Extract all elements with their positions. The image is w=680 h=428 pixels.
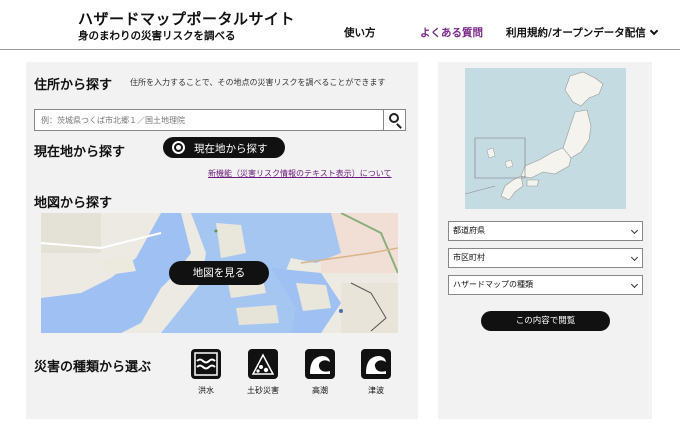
location-target-icon [172,141,185,154]
hazard-flood-label: 洪水 [198,386,214,395]
flood-icon [191,349,221,379]
hazard-storm-surge-button[interactable]: 高潮 [298,349,342,396]
tsunami-icon [361,349,391,379]
chevron-down-icon [649,26,658,36]
nav-terms-label: 利用規約/オープンデータ配信 [506,27,646,39]
hazard-tsunami-label: 津波 [368,386,384,395]
view-with-selection-button[interactable]: この内容で閲覧 [481,311,610,331]
address-search-title: 住所から探す [34,78,113,93]
prefecture-select-value: 都道府県 [453,226,485,235]
hazard-map-type-select[interactable]: ハザードマップの種類 [448,275,643,295]
hazard-tsunami-button[interactable]: 津波 [354,349,398,396]
chevron-down-icon [630,226,639,235]
chevron-down-icon [630,253,639,262]
address-search-description: 住所を入力することで、その地点の災害リスクを調べることができます [130,78,386,87]
current-location-button-label: 現在地から探す [194,143,268,155]
japan-map-image [465,68,626,209]
hazard-flood-button[interactable]: 洪水 [184,349,228,396]
new-feature-link[interactable]: 新機能（災害リスク情報のテキスト表示）について [208,168,392,179]
chevron-down-icon [630,280,639,289]
site-header: ハザードマップポータルサイト 身のまわりの災害リスクを調べる 使い方 よくある質… [0,0,680,50]
japan-map[interactable] [465,68,626,209]
view-map-button[interactable]: 地図を見る [169,261,269,285]
landslide-icon [248,349,278,379]
hazard-type-title: 災害の種類から選ぶ [34,360,152,375]
storm-surge-icon [305,349,335,379]
site-subtitle: 身のまわりの災害リスクを調べる [78,30,236,42]
hazard-map-type-select-value: ハザードマップの種類 [453,280,533,289]
address-search-button[interactable] [383,110,405,130]
hazard-storm-surge-label: 高潮 [312,386,328,395]
hazard-landslide-label: 土砂災害 [247,386,279,395]
hazard-landslide-button[interactable]: 土砂災害 [241,349,285,396]
nav-faq[interactable]: よくある質問 [420,25,483,40]
search-icon [389,113,399,123]
current-location-button[interactable]: 現在地から探す [163,137,285,158]
address-search-box [34,109,406,131]
address-search-input[interactable] [35,110,385,130]
city-select[interactable]: 市区町村 [448,248,643,268]
search-panel: 住所から探す 住所を入力することで、その地点の災害リスクを調べることができます … [26,62,418,419]
map-search-title: 地図から探す [34,196,113,211]
prefecture-select[interactable]: 都道府県 [448,221,643,241]
current-location-title: 現在地から探す [34,145,126,160]
nav-terms-dropdown[interactable]: 利用規約/オープンデータ配信 [506,25,658,40]
site-title[interactable]: ハザードマップポータルサイト [78,8,295,29]
city-select-value: 市区町村 [453,253,485,262]
nav-howto[interactable]: 使い方 [344,25,376,40]
region-panel: 都道府県 市区町村 ハザードマップの種類 この内容で閲覧 [438,62,652,419]
